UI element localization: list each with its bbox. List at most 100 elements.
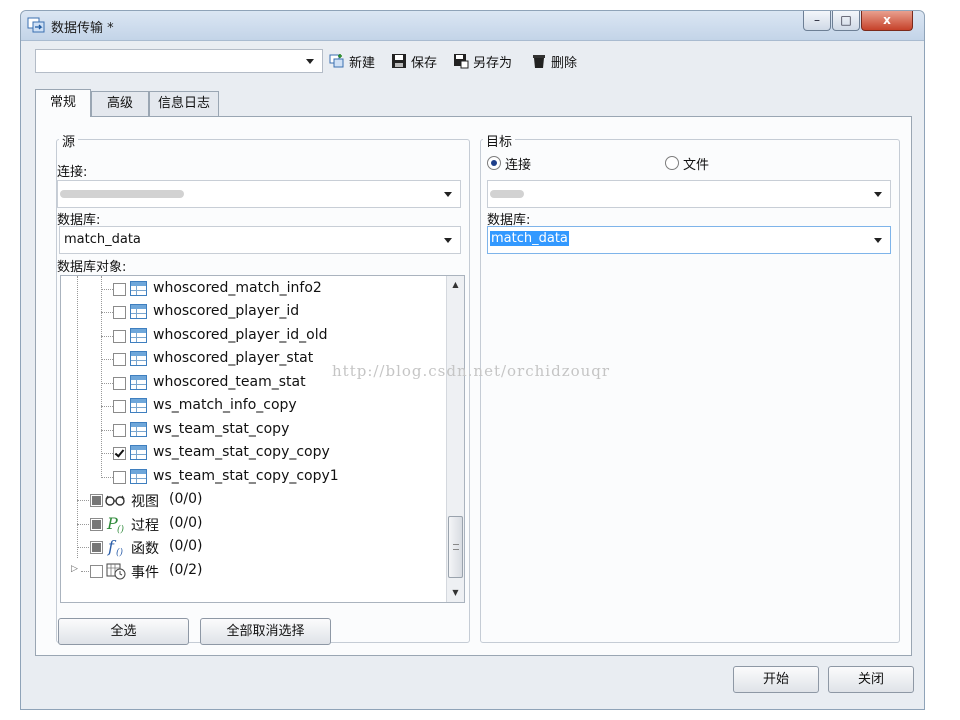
category-count: (0/0) — [169, 538, 203, 554]
deselect-all-button[interactable]: 全部取消选择 — [200, 618, 331, 645]
category-count: (0/0) — [169, 515, 203, 531]
table-row[interactable]: ws_team_stat_copy_copy1 — [61, 466, 441, 488]
table-checkbox[interactable] — [113, 330, 126, 343]
table-name: ws_team_stat_copy_copy — [153, 444, 330, 460]
table-icon — [130, 328, 147, 343]
table-checkbox[interactable] — [113, 424, 126, 437]
tab-general[interactable]: 常规 — [35, 89, 91, 117]
table-icon — [130, 281, 147, 296]
table-row[interactable]: ws_team_stat_copy_copy — [61, 442, 441, 464]
table-row[interactable]: ws_team_stat_copy — [61, 419, 441, 441]
tree-connector — [101, 383, 113, 384]
tree-node-functions[interactable]: f () 函数 (0/0) — [61, 536, 441, 558]
floppy-disk-icon — [392, 54, 406, 68]
table-checkbox[interactable] — [113, 283, 126, 296]
category-checkbox[interactable] — [90, 494, 103, 507]
close-button[interactable]: 关闭 — [828, 666, 914, 693]
start-button[interactable]: 开始 — [733, 666, 819, 693]
target-connection-select[interactable] — [487, 180, 891, 208]
category-label: 视图 — [131, 494, 159, 510]
tree-connector — [77, 547, 89, 548]
database-objects-label: 数据库对象: — [57, 260, 127, 275]
radio-button-selected[interactable] — [487, 156, 501, 170]
source-connection-label: 连接: — [57, 165, 88, 180]
target-database-value: match_data — [490, 231, 569, 246]
table-checkbox[interactable] — [113, 471, 126, 484]
database-objects-tree[interactable]: whoscored_match_info2 whoscored_player_i… — [60, 275, 465, 603]
profile-select[interactable] — [35, 49, 323, 73]
delete-button[interactable]: 删除 — [531, 51, 577, 71]
tree-connector — [101, 289, 113, 290]
radio-button[interactable] — [665, 156, 679, 170]
table-checkbox[interactable] — [113, 400, 126, 413]
chevron-down-icon — [306, 59, 314, 64]
table-row[interactable]: ws_match_info_copy — [61, 395, 441, 417]
procedure-icon: P () — [106, 514, 125, 534]
table-row[interactable]: whoscored_player_id — [61, 301, 441, 323]
tree-node-procedures[interactable]: P () 过程 (0/0) — [61, 513, 441, 535]
tree-connector — [77, 524, 89, 525]
category-count: (0/0) — [169, 491, 203, 507]
table-name: whoscored_player_stat — [153, 350, 314, 366]
tree-connector — [101, 406, 113, 407]
tab-message-log[interactable]: 信息日志 — [149, 91, 219, 117]
source-database-select[interactable]: match_data — [59, 226, 461, 254]
svg-text:(): () — [117, 524, 125, 534]
trash-icon — [533, 55, 545, 68]
tree-connector — [101, 453, 113, 454]
tab-advanced[interactable]: 高级 — [91, 91, 149, 117]
tree-scrollbar[interactable]: ▲ ▼ — [446, 276, 464, 602]
category-label: 函数 — [131, 541, 159, 557]
source-group-label: 源 — [59, 131, 79, 150]
source-connection-select[interactable] — [57, 180, 461, 208]
close-window-button[interactable]: x — [861, 11, 913, 31]
tree-connector — [101, 336, 113, 337]
table-name: whoscored_match_info2 — [153, 280, 322, 296]
window-title: 数据传输 * — [51, 21, 114, 36]
tree-connector — [77, 500, 89, 501]
table-checkbox[interactable] — [113, 377, 126, 390]
scroll-up-icon[interactable]: ▲ — [447, 276, 464, 294]
save-button[interactable]: 保存 — [391, 51, 437, 71]
general-tab-panel: 源 连接: 数据库: match_data 数据库对象: whoscored_m… — [35, 116, 912, 656]
table-icon — [130, 375, 147, 390]
chevron-down-icon — [444, 192, 452, 197]
maximize-button[interactable]: □ — [832, 11, 860, 31]
scroll-down-icon[interactable]: ▼ — [447, 584, 464, 602]
expand-arrow-icon[interactable]: ▷ — [71, 564, 78, 574]
redacted-text — [60, 190, 184, 198]
select-all-button[interactable]: 全选 — [58, 618, 189, 645]
table-checkbox[interactable] — [113, 306, 126, 319]
category-checkbox[interactable] — [90, 541, 103, 554]
scrollbar-thumb[interactable] — [448, 516, 463, 578]
table-icon — [130, 398, 147, 413]
function-icon: f () — [107, 537, 124, 557]
table-name: whoscored_team_stat — [153, 374, 306, 390]
table-name: ws_match_info_copy — [153, 397, 297, 413]
category-checkbox[interactable] — [90, 518, 103, 531]
save-as-label: 另存为 — [473, 55, 513, 71]
table-name: ws_team_stat_copy_copy1 — [153, 468, 339, 484]
new-button[interactable]: 新建 — [329, 51, 375, 71]
table-checkbox[interactable] — [113, 353, 126, 366]
radio-connection[interactable]: 连接 — [487, 154, 531, 173]
tree-node-events[interactable]: ▷ 事件 (0/2) — [61, 560, 441, 582]
tree-node-views[interactable]: 视图 (0/0) — [61, 489, 441, 511]
delete-label: 删除 — [551, 55, 578, 71]
radio-file[interactable]: 文件 — [665, 154, 709, 173]
save-as-button[interactable]: 另存为 — [453, 51, 512, 71]
target-database-select[interactable]: match_data — [487, 226, 891, 254]
tree-connector — [101, 430, 113, 431]
tree-connector — [81, 571, 89, 572]
category-label: 事件 — [131, 565, 159, 581]
redacted-text — [490, 190, 524, 198]
event-icon — [106, 563, 126, 580]
title-bar[interactable]: 数据传输 * – □ x — [21, 11, 924, 41]
minimize-button[interactable]: – — [803, 11, 831, 31]
table-checkbox-checked[interactable] — [113, 447, 126, 460]
category-checkbox[interactable] — [90, 565, 103, 578]
tree-connector — [101, 359, 113, 360]
table-row[interactable]: whoscored_player_id_old — [61, 325, 441, 347]
table-name: whoscored_player_id — [153, 303, 300, 319]
table-row[interactable]: whoscored_match_info2 — [61, 278, 441, 300]
